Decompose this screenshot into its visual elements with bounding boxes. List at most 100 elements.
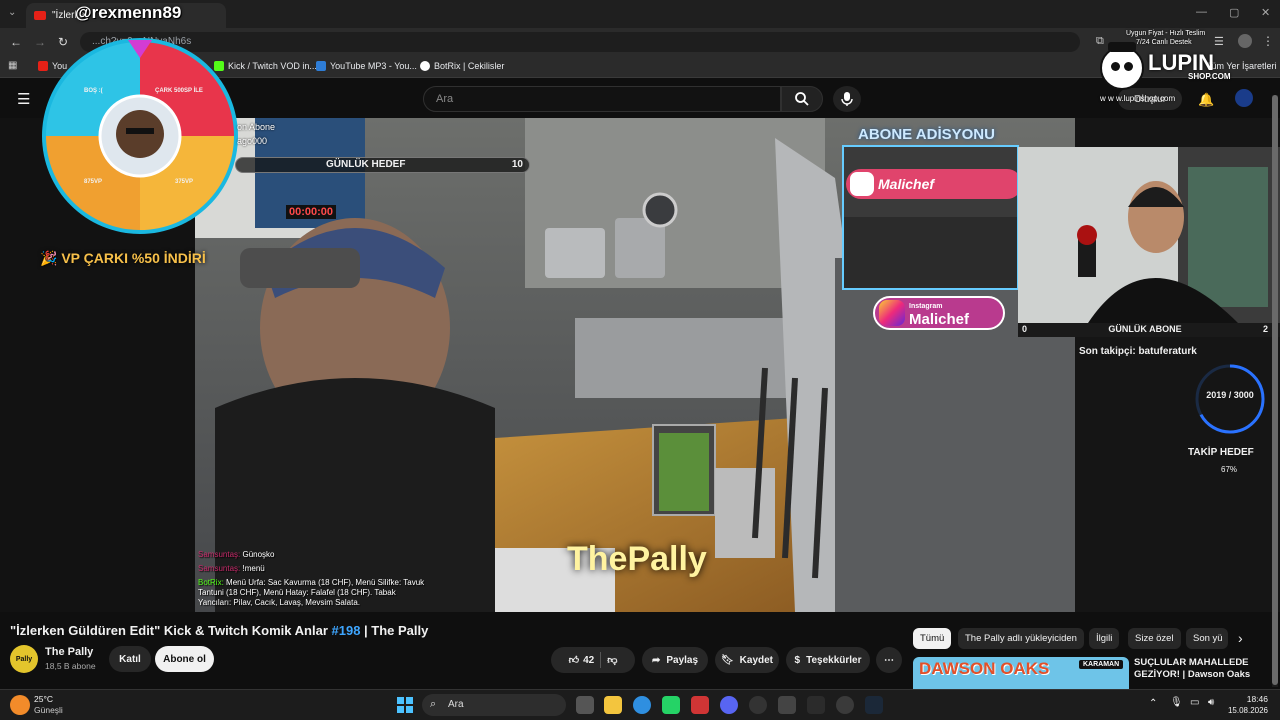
thanks-button[interactable]: $ Teşekkürler [786,647,870,673]
thumbs-up-icon: 👍︎ [568,655,580,666]
weather-icon[interactable] [10,695,30,715]
discord-icon[interactable] [720,696,738,714]
minimize-icon[interactable]: — [1196,6,1207,18]
bookmark-label: YouTube MP3 - You... [330,61,417,71]
vp-cark-banner: 🎉 VP ÇARKI %50 İNDİRİ [40,250,206,266]
daily-sub-right: 2 [1262,324,1268,334]
taskbar-search-label: Ara [448,699,464,710]
webcam-feed [1018,147,1280,323]
hamburger-menu-icon[interactable]: ☰ [17,90,30,108]
tray-chevron-icon[interactable]: ⌃ [1149,698,1157,709]
save-button[interactable]: 🔖︎ Kaydet [715,647,779,673]
mp3-favicon-icon [316,61,326,71]
search-button[interactable] [781,86,823,112]
follow-count: 2019 / 3000 [1206,390,1254,400]
share-button[interactable]: ➦ Paylaş [642,647,708,673]
steam-icon[interactable] [865,696,883,714]
scrollbar-thumb[interactable] [1272,95,1278,685]
search-icon: ⌕ [430,698,437,710]
daily-goal-bar: GÜNLÜK HEDEF 10 [235,157,530,173]
taskbar-search[interactable]: ⌕ Ara [422,694,566,716]
like-dislike-group: 👍︎ 42 👎︎ [551,647,635,673]
daily-goal-label: GÜNLÜK HEDEF [326,159,406,170]
like-button[interactable]: 👍︎ 42 [568,654,595,667]
maximize-icon[interactable]: ▢ [1229,6,1239,19]
clock-date[interactable]: 15.08.2026 [1214,706,1268,715]
panda-logo-icon [1100,42,1144,90]
instagram-preview-box: Malichef [842,145,1019,290]
youtube-favicon-icon [34,11,46,20]
page-scrollbar[interactable] [1272,95,1278,687]
chat-user: Samsuntaş: [198,564,241,573]
bookmark-icon: 🔖︎ [720,654,734,666]
lupin-sub: SHOP.COM [1188,72,1231,81]
bookmark-botrix[interactable]: BotRix | Cekilisler [420,61,504,71]
channel-name[interactable]: The Pally [45,646,93,658]
settings-app-icon[interactable] [836,696,854,714]
apps-grid-icon[interactable]: ▦ [8,60,17,71]
windows-taskbar: 25°C Güneşli ⌕ Ara ⌃ 🎙︎ ▭ 🔊︎ 18:46 15.08… [0,689,1280,720]
chip-recent[interactable]: Son yü [1186,628,1228,649]
chip-related[interactable]: İlgili [1089,628,1120,649]
wheel-label-375: 375VP [175,179,194,185]
more-actions-button[interactable]: ⋯ [876,647,902,673]
thumbnail-badge: KARAMAN [1079,660,1124,669]
stream-chat-overlay: Samsuntaş: Günoşko Samsuntaş: !menü BotR… [198,550,428,608]
lupin-shop-overlay: Uygun Fiyat - Hızlı Teslim 7/24 Canlı De… [1098,30,1278,108]
mic-tray-icon[interactable]: 🎙︎ [1170,697,1183,708]
bookmark-youtube-mp3[interactable]: YouTube MP3 - You... [316,61,417,71]
microphone-icon [841,92,853,106]
clock-time[interactable]: 18:46 [1228,694,1268,704]
chips-next-icon[interactable]: › [1238,630,1243,646]
chip-all[interactable]: Tümü [913,628,952,649]
search-input[interactable]: Ara [423,86,781,112]
chat-user: BotRix: [198,578,224,587]
game-app-icon[interactable] [807,696,825,714]
channel-avatar[interactable]: Pally [10,645,38,673]
tab-list-chevron-icon[interactable]: ⌄ [8,7,16,18]
whatsapp-icon[interactable] [662,696,680,714]
voice-search-button[interactable] [833,86,861,112]
chip-label: Tümü [920,633,945,644]
wheel-graphic [42,38,238,234]
task-view-icon[interactable] [576,696,594,714]
network-icon[interactable]: ▭ [1190,697,1199,708]
chip-from-uploader[interactable]: The Pally adlı yükleyiciden [958,628,1084,649]
file-explorer-icon[interactable] [604,696,622,714]
chat-text: !menü [242,564,265,573]
close-icon[interactable]: ✕ [1261,6,1270,19]
windows-start-icon[interactable] [397,697,413,713]
like-count: 42 [583,654,595,666]
follow-goal-ring: 2019 / 3000 [1193,362,1267,436]
title-hashtag[interactable]: #198 [332,623,361,638]
save-label: Kaydet [739,654,774,666]
chrome-icon[interactable] [633,696,651,714]
chip-label: The Pally adlı yükleyiciden [965,633,1077,644]
lupin-url: w w w.lupinshop.com [1100,94,1176,103]
media-app-icon[interactable] [691,696,709,714]
recommended-thumbnail[interactable]: DAWSON OAKS KARAMAN [913,657,1129,689]
instagram-name: Malichef [909,311,970,328]
subscriber-count: 18,5 B abone [45,661,96,671]
chip-for-you[interactable]: Size özel [1128,628,1181,649]
daily-goal-value: 10 [511,159,523,170]
join-button[interactable]: Katıl [109,646,151,672]
abone-adisyonu-title: ABONE ADİSYONU [858,126,995,143]
video-watermark: ThePally [567,540,707,578]
daily-sub-label: GÜNLÜK ABONE [1108,324,1182,334]
thanks-label: Teşekkürler [806,654,862,666]
overlay-handle: @rexmenn89 [75,3,182,22]
title-end: | The Pally [360,623,429,638]
obs-icon[interactable] [749,696,767,714]
recommended-title[interactable]: SUÇLULAR MAHALLEDE GEZİYOR! | Dawson Oak… [1134,657,1274,681]
instagram-icon [850,172,874,196]
terminal-icon[interactable] [778,696,796,714]
search-icon [795,92,809,106]
thumbs-down-icon[interactable]: 👎︎ [607,654,617,666]
back-icon[interactable]: ← [10,35,22,49]
subscribe-button[interactable]: Abone ol [155,646,214,672]
chat-message: Samsuntaş: !menü [198,564,428,574]
wheel-label-bos: BOŞ :( [84,88,103,94]
search-placeholder: Ara [436,93,454,105]
thanks-icon: $ [794,654,801,666]
